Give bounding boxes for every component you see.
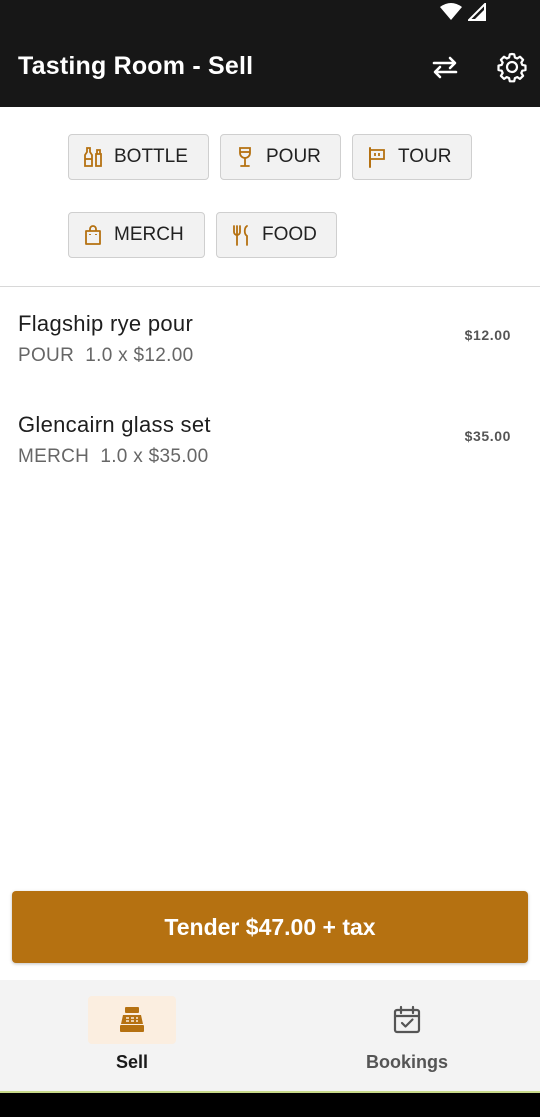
cell-signal-icon	[468, 3, 486, 21]
bottom-navigation: Sell Bookings	[0, 980, 540, 1093]
category-food-button[interactable]: FOOD	[216, 212, 337, 258]
category-label: BOTTLE	[114, 146, 188, 167]
category-label: TOUR	[398, 146, 452, 167]
cart-line-item[interactable]: Flagship rye pour POUR 1.0 x $12.00 $12.…	[0, 311, 540, 391]
tab-sell[interactable]: Sell	[0, 980, 270, 1091]
category-bottle-button[interactable]: BOTTLE	[68, 134, 209, 180]
bottles-icon	[84, 147, 102, 167]
item-detail: POUR 1.0 x $12.00	[18, 345, 194, 366]
wifi-icon	[440, 3, 462, 20]
category-label: MERCH	[114, 224, 184, 245]
tab-label: Bookings	[365, 1052, 448, 1072]
shopping-bag-icon	[85, 225, 101, 245]
item-price: $35.00	[464, 428, 511, 444]
flag-icon	[369, 147, 385, 168]
tender-button[interactable]: Tender $47.00 + tax	[12, 891, 528, 963]
cart-line-item[interactable]: Glencairn glass set MERCH 1.0 x $35.00 $…	[0, 412, 540, 492]
tab-bookings[interactable]: Bookings	[270, 980, 540, 1091]
category-tour-button[interactable]: TOUR	[352, 134, 472, 180]
divider	[0, 286, 540, 287]
utensils-icon	[233, 225, 248, 246]
swap-icon[interactable]	[430, 52, 460, 82]
page-title: Tasting Room - Sell	[18, 52, 254, 80]
category-merch-button[interactable]: MERCH	[68, 212, 205, 258]
system-navigation-bar	[0, 1093, 540, 1117]
cash-register-icon	[120, 1007, 144, 1032]
settings-icon[interactable]	[496, 51, 528, 83]
category-label: POUR	[266, 146, 321, 167]
wine-glass-icon	[239, 147, 251, 167]
tab-label: Sell	[115, 1052, 149, 1072]
status-bar	[0, 0, 540, 30]
app-bar: Tasting Room - Sell	[0, 30, 540, 107]
item-price: $12.00	[464, 327, 511, 343]
category-pour-button[interactable]: POUR	[220, 134, 341, 180]
item-name: Glencairn glass set	[18, 412, 211, 437]
item-detail: MERCH 1.0 x $35.00	[18, 446, 209, 467]
item-name: Flagship rye pour	[18, 311, 194, 336]
category-label: FOOD	[262, 224, 317, 245]
calendar-check-icon	[393, 1005, 421, 1034]
